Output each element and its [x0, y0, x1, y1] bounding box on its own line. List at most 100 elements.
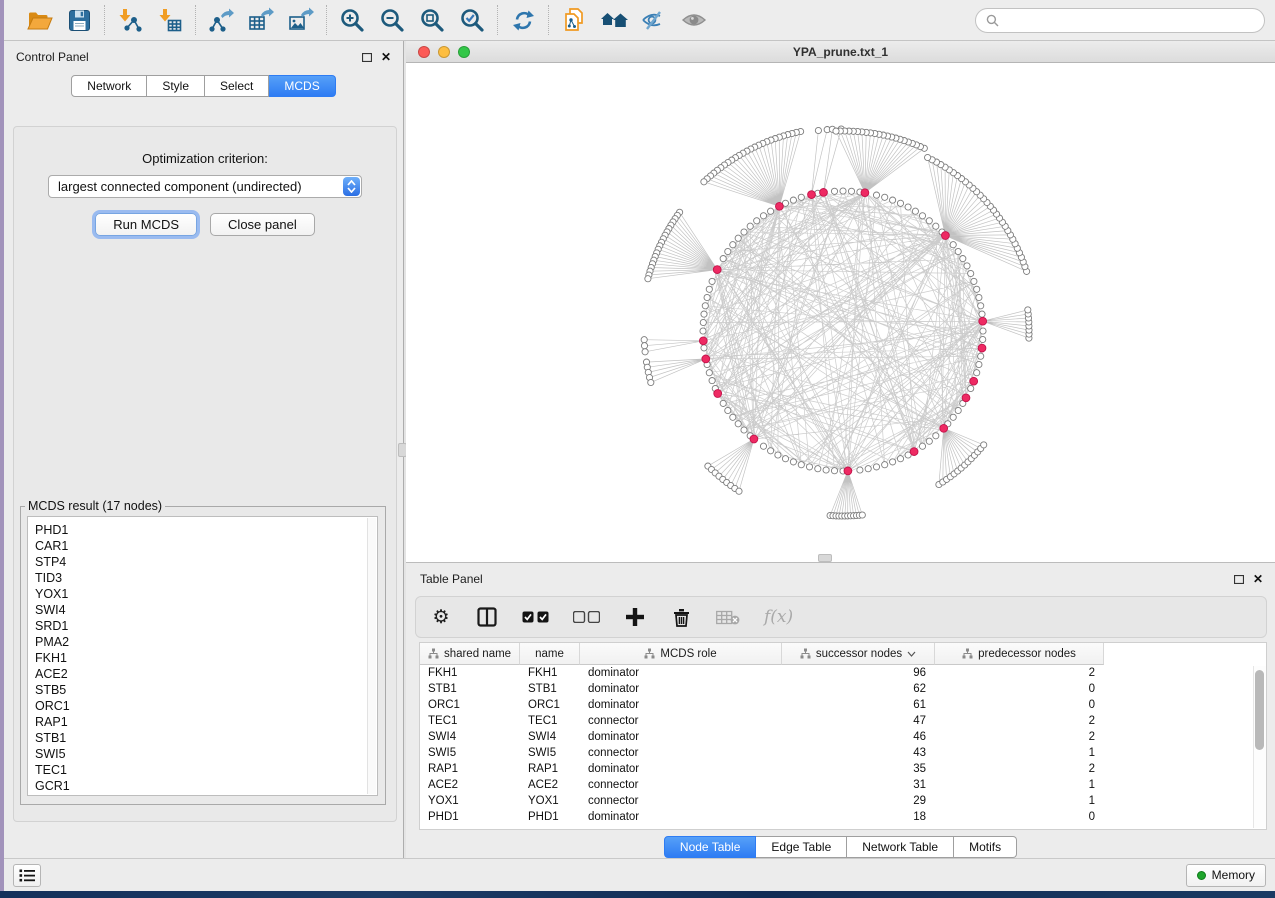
column-header-shared-name[interactable]: shared name: [420, 643, 520, 665]
mcds-list-scrollbar[interactable]: [367, 518, 376, 794]
graph-node[interactable]: [735, 421, 741, 427]
graph-node[interactable]: [754, 218, 760, 224]
graph-node[interactable]: [840, 188, 846, 194]
graph-node[interactable]: [950, 414, 956, 420]
float-table-panel-icon[interactable]: [1234, 575, 1244, 584]
export-image-button[interactable]: [286, 5, 316, 35]
mcds-result-item[interactable]: PMA2: [35, 634, 377, 650]
graph-node[interactable]: [725, 248, 731, 254]
node-table[interactable]: shared namenameMCDS rolesuccessor nodesp…: [419, 642, 1267, 830]
graph-node[interactable]: [1025, 307, 1031, 313]
graph-node[interactable]: [890, 197, 896, 203]
mcds-result-item[interactable]: TEC1: [35, 762, 377, 778]
hide-selected-button[interactable]: [639, 5, 669, 35]
select-all-columns-button[interactable]: [522, 604, 549, 630]
graph-node[interactable]: [848, 188, 854, 194]
export-network-button[interactable]: [206, 5, 236, 35]
mcds-result-item[interactable]: RAP1: [35, 714, 377, 730]
graph-node[interactable]: [897, 456, 903, 462]
search-field[interactable]: [975, 8, 1265, 33]
graph-node[interactable]: [790, 197, 796, 203]
minimize-window-icon[interactable]: [438, 46, 450, 58]
add-column-button[interactable]: [624, 604, 646, 630]
graph-node[interactable]: [642, 349, 648, 355]
graph-node[interactable]: [760, 443, 766, 449]
graph-hub-node[interactable]: [940, 424, 948, 432]
graph-node[interactable]: [730, 242, 736, 248]
table-tab-node-table[interactable]: Node Table: [664, 836, 757, 858]
import-table-button[interactable]: [155, 5, 185, 35]
tab-mcds[interactable]: MCDS: [269, 75, 335, 97]
graph-node[interactable]: [974, 370, 980, 376]
graph-node[interactable]: [912, 208, 918, 214]
graph-node[interactable]: [950, 242, 956, 248]
graph-hub-node[interactable]: [776, 202, 784, 210]
graph-node[interactable]: [873, 464, 879, 470]
mcds-result-item[interactable]: SWI4: [35, 602, 377, 618]
graph-node[interactable]: [641, 337, 647, 343]
zoom-out-button[interactable]: [377, 5, 407, 35]
table-scrollbar[interactable]: [1253, 666, 1266, 828]
graph-node[interactable]: [782, 456, 788, 462]
zoom-fit-button[interactable]: [417, 5, 447, 35]
graph-node[interactable]: [701, 345, 707, 351]
table-row[interactable]: PHD1PHD1dominator180: [420, 809, 1266, 825]
close-panel-button[interactable]: Close panel: [210, 213, 315, 236]
graph-node[interactable]: [741, 229, 747, 235]
column-layout-button[interactable]: [476, 604, 498, 630]
graph-node[interactable]: [976, 294, 982, 300]
table-row[interactable]: ACE2ACE2connector311: [420, 777, 1266, 793]
graph-node[interactable]: [919, 213, 925, 219]
graph-node[interactable]: [768, 448, 774, 454]
graph-node[interactable]: [882, 462, 888, 468]
table-row[interactable]: SWI5SWI5connector431: [420, 745, 1266, 761]
mcds-result-item[interactable]: ACE2: [35, 666, 377, 682]
graph-node[interactable]: [980, 336, 986, 342]
graph-node[interactable]: [823, 467, 829, 473]
graph-node[interactable]: [905, 204, 911, 210]
graph-node[interactable]: [702, 303, 708, 309]
graph-node[interactable]: [645, 276, 651, 282]
tab-style[interactable]: Style: [147, 75, 205, 97]
mcds-result-list[interactable]: PHD1CAR1STP4TID3YOX1SWI4SRD1PMA2FKH1ACE2…: [27, 516, 378, 796]
graph-node[interactable]: [833, 128, 839, 134]
graph-node[interactable]: [701, 179, 707, 185]
graph-node[interactable]: [747, 223, 753, 229]
memory-button[interactable]: Memory: [1186, 864, 1266, 887]
graph-node[interactable]: [919, 443, 925, 449]
graph-node[interactable]: [926, 438, 932, 444]
mcds-result-item[interactable]: SRD1: [35, 618, 377, 634]
run-mcds-button[interactable]: Run MCDS: [95, 213, 197, 236]
mcds-result-item[interactable]: STP4: [35, 554, 377, 570]
graph-node[interactable]: [865, 466, 871, 472]
graph-node[interactable]: [979, 311, 985, 317]
graph-hub-node[interactable]: [910, 448, 918, 456]
close-window-icon[interactable]: [418, 46, 430, 58]
deselect-all-columns-button[interactable]: [573, 604, 600, 630]
zoom-in-button[interactable]: [337, 5, 367, 35]
graph-node[interactable]: [641, 343, 647, 349]
graph-node[interactable]: [700, 319, 706, 325]
task-history-button[interactable]: [13, 864, 41, 887]
graph-node[interactable]: [925, 154, 931, 160]
graph-node[interactable]: [741, 427, 747, 433]
table-row[interactable]: YOX1YOX1connector291: [420, 793, 1266, 809]
column-header-predecessor-nodes[interactable]: predecessor nodes: [935, 643, 1104, 665]
graph-node[interactable]: [725, 407, 731, 413]
graph-node[interactable]: [706, 370, 712, 376]
graph-node[interactable]: [978, 353, 984, 359]
open-file-button[interactable]: [24, 5, 54, 35]
show-hidden-button[interactable]: [679, 5, 709, 35]
save-session-button[interactable]: [64, 5, 94, 35]
graph-node[interactable]: [709, 378, 715, 384]
network-titlebar[interactable]: YPA_prune.txt_1: [406, 41, 1275, 63]
search-input[interactable]: [1005, 13, 1254, 27]
mcds-result-item[interactable]: YOX1: [35, 586, 377, 602]
graph-node[interactable]: [736, 488, 742, 494]
graph-node[interactable]: [882, 194, 888, 200]
graph-node[interactable]: [971, 278, 977, 284]
graph-node[interactable]: [897, 200, 903, 206]
table-settings-button[interactable]: ⚙: [430, 604, 452, 630]
column-header-name[interactable]: name: [520, 643, 580, 665]
graph-hub-node[interactable]: [713, 266, 721, 274]
